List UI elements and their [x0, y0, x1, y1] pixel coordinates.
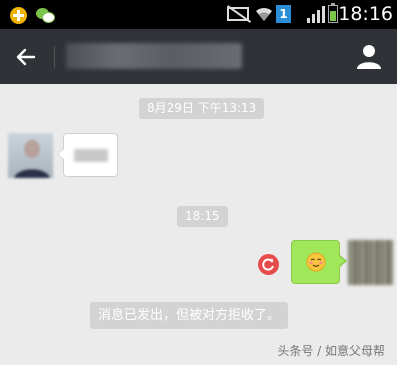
rejection-notice: 消息已发出，但被对方拒收了。 — [90, 302, 289, 329]
resend-icon[interactable] — [258, 254, 279, 275]
chat-area[interactable]: 8月29日 下午13:13 18:15 消息已发出，但被对方拒收了。 头条号 /… — [0, 84, 397, 365]
wifi-icon — [256, 7, 272, 21]
plus-notification-icon — [10, 7, 27, 24]
incoming-message-text — [74, 149, 108, 162]
signal-icon — [307, 6, 325, 23]
watermark: 头条号 / 如意父母帮 — [277, 344, 385, 358]
contact-avatar[interactable] — [8, 133, 53, 178]
incoming-message-bubble[interactable] — [57, 133, 118, 177]
smiling-face-emoji — [306, 252, 326, 272]
battery-icon — [328, 3, 338, 23]
arrow-left-icon[interactable] — [6, 37, 46, 77]
outgoing-message-bubble[interactable] — [291, 240, 347, 284]
silent-icon — [227, 7, 249, 21]
person-icon[interactable] — [351, 39, 387, 75]
title-divider — [54, 46, 55, 68]
sim-icon: 1 — [276, 5, 291, 23]
timestamp-1: 8月29日 下午13:13 — [139, 98, 265, 119]
chat-title-bar — [0, 29, 397, 84]
timestamp-2: 18:15 — [177, 206, 228, 227]
status-bar: 1 18:16 — [0, 0, 397, 29]
status-time: 18:16 — [338, 3, 393, 25]
my-avatar[interactable] — [348, 240, 393, 285]
contact-name — [66, 43, 242, 69]
wechat-notification-icon — [36, 7, 56, 24]
